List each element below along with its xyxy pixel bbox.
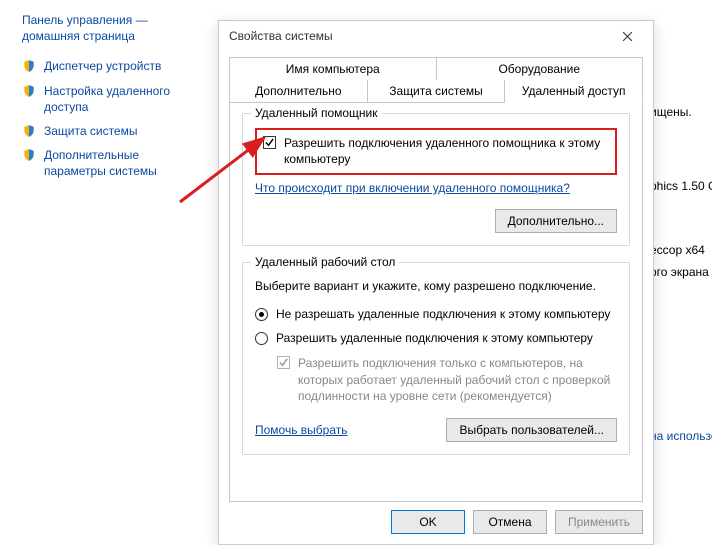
close-icon bbox=[622, 31, 633, 42]
dialog-title: Свойства системы bbox=[229, 29, 333, 43]
select-users-button[interactable]: Выбрать пользователей... bbox=[446, 418, 617, 442]
checkmark-icon bbox=[278, 357, 289, 368]
radio-allow-label: Разрешить удаленные подключения к этому … bbox=[276, 331, 593, 345]
radio-deny-label: Не разрешать удаленные подключения к это… bbox=[276, 307, 610, 321]
remote-desktop-description: Выберите вариант и укажите, кому разреше… bbox=[255, 279, 617, 293]
dialog-button-row: OK Отмена Применить bbox=[219, 502, 653, 544]
allow-remote-assist-label: Разрешить подключения удаленного помощни… bbox=[284, 135, 609, 167]
radio-allow[interactable] bbox=[255, 332, 268, 345]
sidebar-item-remote-settings[interactable]: Настройка удаленного доступа bbox=[22, 83, 200, 115]
radio-deny-row[interactable]: Не разрешать удаленные подключения к это… bbox=[255, 307, 617, 321]
control-panel-home-link[interactable]: Панель управления — домашняя страница bbox=[22, 12, 200, 44]
sidebar-item-label: Защита системы bbox=[44, 123, 137, 139]
tab-advanced[interactable]: Дополнительно bbox=[229, 80, 368, 102]
group-label: Удаленный помощник bbox=[251, 106, 382, 120]
shield-icon bbox=[22, 59, 36, 73]
system-properties-dialog: Свойства системы Имя компьютера Оборудов… bbox=[218, 20, 654, 545]
help-choose-link[interactable]: Помочь выбрать bbox=[255, 423, 348, 437]
remote-assist-advanced-button[interactable]: Дополнительно... bbox=[495, 209, 617, 233]
sidebar-item-label: Диспетчер устройств bbox=[44, 58, 161, 74]
remote-desktop-group: Удаленный рабочий стол Выберите вариант … bbox=[242, 262, 630, 455]
remote-assistance-group: Удаленный помощник Разрешить подключения… bbox=[242, 113, 630, 246]
sidebar-item-device-manager[interactable]: Диспетчер устройств bbox=[22, 58, 200, 74]
radio-allow-row[interactable]: Разрешить удаленные подключения к этому … bbox=[255, 331, 617, 345]
close-button[interactable] bbox=[611, 24, 643, 48]
shield-icon bbox=[22, 84, 36, 98]
nla-label: Разрешить подключения только с компьютер… bbox=[298, 355, 617, 404]
tab-computer-name[interactable]: Имя компьютера bbox=[229, 57, 437, 80]
sidebar-item-advanced-settings[interactable]: Дополнительные параметры системы bbox=[22, 147, 200, 179]
allow-remote-assist-checkbox[interactable] bbox=[263, 136, 276, 149]
tab-hardware[interactable]: Оборудование bbox=[437, 57, 644, 80]
shield-icon bbox=[22, 124, 36, 138]
apply-button[interactable]: Применить bbox=[555, 510, 643, 534]
nla-checkbox bbox=[277, 356, 290, 369]
what-happens-link[interactable]: Что происходит при включении удаленного … bbox=[255, 181, 570, 195]
sidebar-item-system-protection[interactable]: Защита системы bbox=[22, 123, 200, 139]
radio-deny[interactable] bbox=[255, 308, 268, 321]
tab-row-bottom: Дополнительно Защита системы Удаленный д… bbox=[229, 80, 643, 102]
highlighted-option: Разрешить подключения удаленного помощни… bbox=[255, 128, 617, 175]
tab-system-protection[interactable]: Защита системы bbox=[368, 80, 506, 102]
sidebar-item-label: Настройка удаленного доступа bbox=[44, 83, 200, 115]
sidebar-item-label: Дополнительные параметры системы bbox=[44, 147, 200, 179]
shield-icon bbox=[22, 148, 36, 162]
tab-remote[interactable]: Удаленный доступ bbox=[505, 80, 643, 103]
checkmark-icon bbox=[264, 137, 275, 148]
tab-page-remote: Удаленный помощник Разрешить подключения… bbox=[229, 102, 643, 502]
dialog-titlebar: Свойства системы bbox=[219, 21, 653, 51]
control-panel-sidebar: Панель управления — домашняя страница Ди… bbox=[0, 0, 210, 200]
ok-button[interactable]: OK bbox=[391, 510, 465, 534]
tab-row-top: Имя компьютера Оборудование bbox=[229, 57, 643, 80]
cancel-button[interactable]: Отмена bbox=[473, 510, 547, 534]
nla-sub-option: Разрешить подключения только с компьютер… bbox=[277, 355, 617, 404]
group-label: Удаленный рабочий стол bbox=[251, 255, 399, 269]
